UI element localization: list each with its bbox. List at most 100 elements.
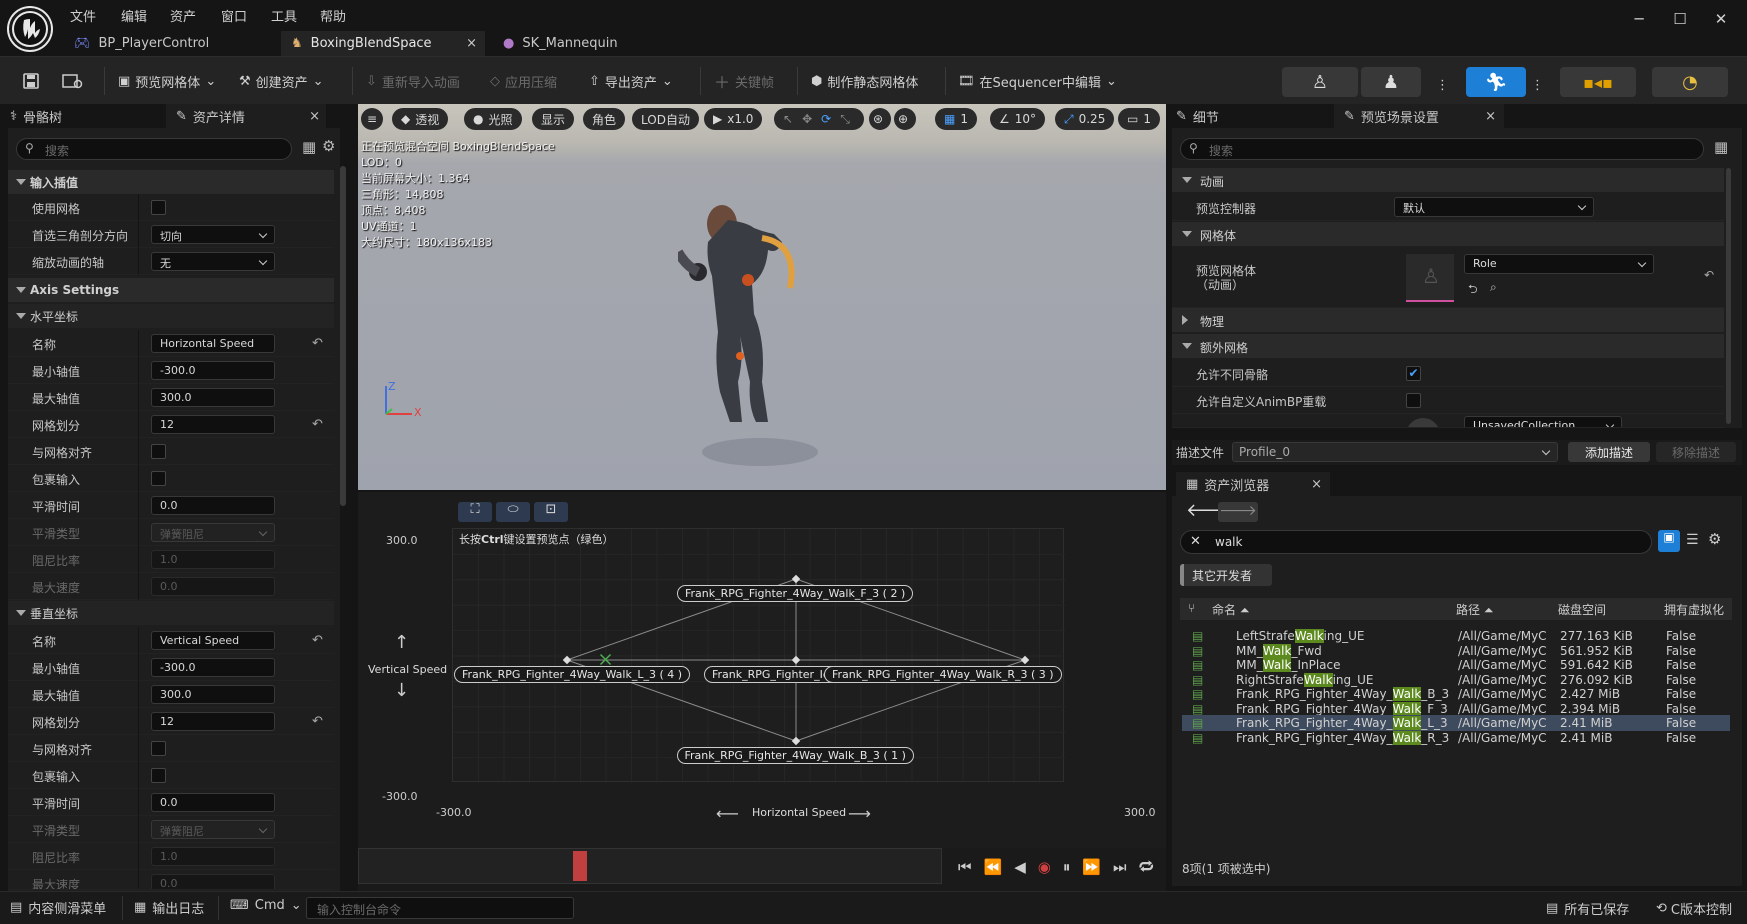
asset-search-input[interactable]: ✕ walk (1180, 530, 1652, 554)
save-all-status[interactable]: ▤ 所有已保存 (1546, 899, 1629, 918)
reset-arrow-icon[interactable]: ↶ (312, 714, 323, 729)
section-physics[interactable]: 物理 (1172, 308, 1724, 332)
table-view-icon[interactable]: ▦ (1714, 138, 1728, 156)
lod-button[interactable]: LOD自动 (632, 108, 699, 130)
tab-close-icon[interactable]: × (1311, 477, 1322, 492)
tab-boxingblendspace[interactable]: ♞ BoxingBlendSpace × (281, 31, 485, 56)
scale-icon[interactable]: ⤡ (840, 112, 850, 127)
col-path[interactable]: 路径 ⏶ (1456, 601, 1493, 618)
unreal-logo-icon[interactable] (9, 8, 51, 50)
details-search-input[interactable]: ⚲ 搜索 (1180, 138, 1704, 160)
section-mesh[interactable]: 网格体 (1172, 222, 1724, 246)
show-labels-button[interactable]: ⬭ (496, 502, 530, 522)
tab-bp-playercontrol[interactable]: 🎮︎ BP_PlayerControl (64, 31, 274, 56)
edit-in-sequencer-button[interactable]: 🎞︎ 在Sequencer中编辑 ⌄ (952, 67, 1123, 95)
menu-asset[interactable]: 资产 (170, 6, 196, 25)
v-wrap-checkbox[interactable] (151, 768, 166, 783)
reset-arrow-icon[interactable]: ↶ (312, 633, 323, 648)
source-control-status[interactable]: ⟲ C版本控制 (1656, 899, 1744, 918)
gear-icon[interactable]: ⚙ (322, 137, 335, 155)
scale-snap-button[interactable]: ⤢ 0.25 (1055, 108, 1115, 130)
close-window-button[interactable]: ✕ (1706, 8, 1736, 30)
use-selected-icon[interactable]: ⮌ (1468, 280, 1478, 301)
pause-icon[interactable]: ⏸ (1063, 858, 1071, 876)
reset-arrow-icon[interactable]: ↶ (312, 336, 323, 351)
menu-file[interactable]: 文件 (70, 6, 96, 25)
tab-asset-browser[interactable]: ▦ 资产浏览器 × (1176, 472, 1330, 496)
v-max-speed-input[interactable]: 0.0 (151, 874, 275, 889)
tab-close-icon[interactable]: × (1485, 109, 1496, 124)
details-scrollbar[interactable] (1726, 168, 1731, 424)
fit-view-button[interactable]: ⊡ (534, 502, 568, 522)
loop-icon[interactable]: 🔁︎ (1139, 856, 1154, 878)
details-search-input[interactable]: ⚲ 搜索 (16, 138, 292, 160)
col-name[interactable]: 命名 ⏶ (1212, 601, 1249, 618)
left-scrollbar[interactable] (340, 166, 346, 506)
step-back-icon[interactable]: ⏪ (984, 858, 1003, 876)
tab-sk-mannequin[interactable]: ● SK_Mannequin (493, 31, 693, 56)
cmd-dropdown[interactable]: ⌨ Cmd ⌄ (230, 898, 302, 913)
animation-mode-menu-button[interactable]: ⋮ (1525, 71, 1550, 99)
blend-grid[interactable]: 长按Ctrl键设置预览点（绿色） (452, 528, 1065, 783)
make-static-mesh-button[interactable]: ⬢ 制作静态网格体 (805, 67, 924, 95)
apply-compression-button[interactable]: ◇ 应用压缩 (484, 67, 563, 95)
show-button[interactable]: 显示 (532, 108, 575, 130)
show-triangulation-button[interactable]: ⛶ (458, 502, 492, 522)
allow-custom-animbp-checkbox[interactable] (1406, 393, 1421, 408)
h-max-input[interactable]: 300.0 (151, 388, 275, 407)
v-snap-checkbox[interactable] (151, 741, 166, 756)
h-smooth-type-combo[interactable]: 弹簧阻尼 (151, 523, 275, 542)
profile-combo[interactable]: Profile_0 (1232, 442, 1558, 462)
filter-chip-other-developers[interactable]: 其它开发者 (1180, 564, 1272, 586)
table-row[interactable]: ▤ Frank_RPG_Fighter_4Way_Walk_R_3/All/Gam… (1182, 730, 1730, 746)
menu-tools[interactable]: 工具 (271, 6, 297, 25)
play-reverse-icon[interactable]: ◀ (1014, 858, 1026, 876)
timeline-scrubber[interactable] (358, 848, 942, 884)
scale-axis-combo[interactable]: 无 (151, 252, 275, 271)
reset-arrow-icon[interactable]: ↶ (1704, 268, 1714, 282)
browse-icon[interactable]: ⌕ (1490, 280, 1497, 295)
content-drawer-button[interactable]: ▤ 内容侧滑菜单 (10, 898, 106, 917)
physics-mode-button[interactable]: ◔ (1652, 67, 1728, 97)
forward-button[interactable]: 🡒 (1218, 502, 1258, 522)
tab-close-icon[interactable]: × (309, 109, 320, 124)
play-rate-button[interactable]: ▶ x1.0 (704, 108, 763, 130)
skip-to-end-icon[interactable]: ⏭ (1113, 858, 1127, 876)
v-smooth-type-combo[interactable]: 弹簧阻尼 (151, 820, 275, 839)
h-grid-input[interactable]: 12 (151, 415, 275, 434)
save-button[interactable] (16, 67, 46, 95)
section-axis-settings[interactable]: Axis Settings (8, 278, 334, 302)
tab-details[interactable]: ✎ 细节 (1176, 104, 1219, 128)
add-profile-button[interactable]: 添加描述 (1568, 442, 1650, 462)
col-virtualized[interactable]: 拥有虚拟化 (1664, 601, 1732, 618)
col-disk[interactable]: 磁盘空间 (1558, 601, 1606, 618)
character-button[interactable]: 角色 (583, 108, 626, 130)
v-smooth-time-input[interactable]: 0.0 (151, 793, 275, 812)
timeline-playhead[interactable] (573, 851, 587, 881)
tab-asset-details[interactable]: ✎ 资产详情 × (166, 104, 326, 128)
collection-combo[interactable]: UnsavedCollection (1464, 416, 1622, 427)
move-icon[interactable]: ✥ (802, 112, 812, 126)
v-min-input[interactable]: -300.0 (151, 658, 275, 677)
minimize-button[interactable]: ─ (1624, 8, 1654, 30)
section-extra-mesh[interactable]: 额外网格 (1172, 334, 1724, 358)
v-grid-input[interactable]: 12 (151, 712, 275, 731)
v-name-input[interactable]: Vertical Speed (151, 631, 275, 650)
table-view-icon[interactable]: ▦ (302, 138, 316, 156)
tab-preview-scene[interactable]: ✎ 预览场景设置 × (1334, 104, 1504, 128)
tab-close-icon[interactable]: × (466, 36, 477, 51)
surface-snap-button[interactable]: ⊕ (894, 108, 916, 130)
select-icon[interactable]: ↖ (783, 112, 793, 126)
step-forward-icon[interactable]: ⏩ (1082, 858, 1101, 876)
skeleton-mode-button[interactable]: ♙ (1282, 67, 1358, 97)
menu-edit[interactable]: 编辑 (121, 6, 147, 25)
mesh-thumbnail[interactable]: ♙ (1406, 254, 1454, 302)
world-local-button[interactable]: ⊛ (869, 108, 891, 130)
keyframe-button[interactable]: ＋关键帧 (708, 67, 780, 95)
section-vertical[interactable]: 垂直坐标 (8, 601, 334, 625)
preview-mesh-combo[interactable]: Role (1464, 254, 1654, 274)
filter-icon[interactable]: ☰ (1686, 532, 1699, 548)
export-asset-button[interactable]: ⇧ 导出资产 ⌄ (583, 67, 679, 95)
section-animation[interactable]: 动画 (1172, 168, 1724, 192)
browse-asset-button[interactable] (56, 67, 90, 95)
